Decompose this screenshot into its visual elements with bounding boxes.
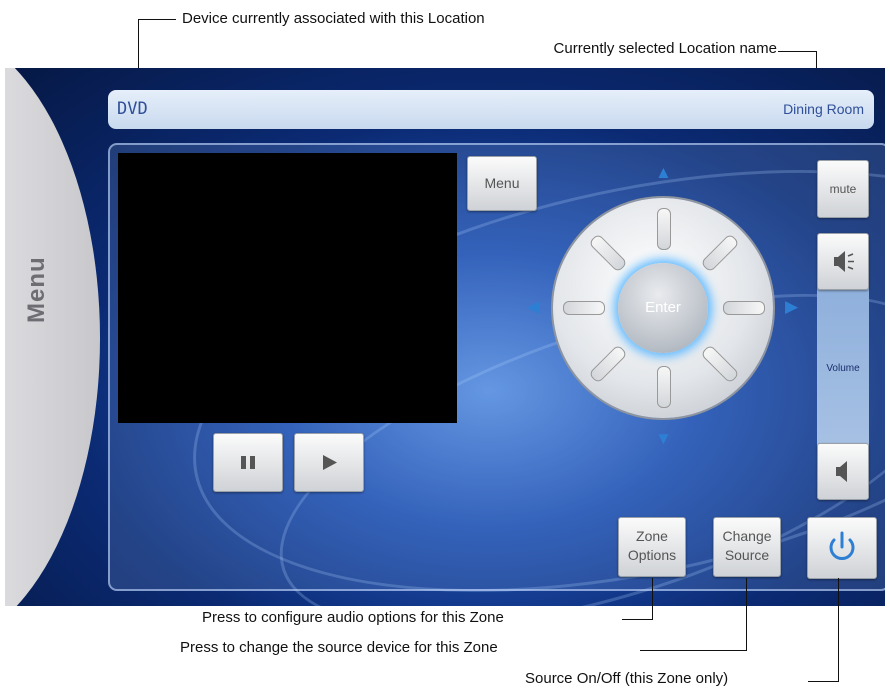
pause-button[interactable]	[213, 433, 283, 492]
device-name: DVD	[117, 99, 148, 119]
device-callout: Device currently associated with this Lo…	[182, 10, 485, 27]
zone-options-callout-line-h	[622, 619, 652, 620]
dpad-segment	[700, 344, 740, 384]
location-name: Dining Room	[783, 101, 864, 117]
change-source-label-line2: Source	[724, 547, 770, 563]
title-bar: DVD Dining Room	[108, 90, 874, 129]
video-preview	[118, 153, 457, 423]
dpad-segment	[657, 366, 671, 408]
volume-up-button[interactable]	[817, 233, 869, 290]
dpad-segment	[588, 344, 628, 384]
device-callout-line-h	[138, 19, 176, 20]
volume-up-icon	[834, 251, 854, 272]
change-source-callout-line-v	[746, 578, 747, 651]
zone-options-button[interactable]: Zone Options	[618, 517, 686, 577]
mute-button-label: mute	[829, 182, 857, 196]
nav-right-arrow[interactable]: ▶	[785, 298, 798, 315]
location-callout: Currently selected Location name	[553, 40, 777, 57]
side-menu-button[interactable]	[5, 68, 100, 606]
play-button[interactable]	[294, 433, 364, 492]
volume-down-icon	[836, 461, 847, 482]
play-icon	[323, 455, 337, 470]
power-callout-line-h	[808, 681, 838, 682]
change-source-callout: Press to change the source device for th…	[180, 639, 498, 656]
change-source-callout-line-h	[640, 650, 746, 651]
volume-down-button[interactable]	[817, 443, 869, 500]
mute-button[interactable]: mute	[817, 160, 869, 218]
power-icon	[829, 531, 855, 560]
zone-options-label-line2: Options	[627, 547, 677, 563]
side-menu-label: Menu	[23, 256, 50, 323]
power-button[interactable]	[807, 517, 877, 579]
nav-down-arrow[interactable]: ▼	[655, 430, 672, 447]
volume-label: Volume	[826, 363, 860, 374]
dpad-segment	[723, 301, 765, 315]
menu-button-label: Menu	[484, 175, 520, 191]
nav-up-arrow[interactable]: ▲	[655, 164, 672, 181]
zone-options-callout: Press to configure audio options for thi…	[202, 609, 504, 626]
zone-options-callout-line-v	[652, 578, 653, 620]
location-callout-line-h	[778, 51, 816, 52]
dpad-segment	[563, 301, 605, 315]
change-source-button[interactable]: Change Source	[713, 517, 781, 577]
zone-options-label-line1: Zone	[636, 528, 668, 544]
change-source-label-line1: Change	[722, 528, 772, 544]
menu-button[interactable]: Menu	[467, 156, 537, 211]
nav-left-arrow[interactable]: ◀	[527, 298, 540, 315]
dpad-segment	[657, 208, 671, 250]
power-callout-line-v	[838, 578, 839, 682]
dpad-segment	[588, 233, 628, 273]
control-panel: Menu DVD Dining Room Menu ▲ ▼ ◀ ▶ Enter …	[5, 68, 885, 606]
enter-button[interactable]: Enter	[618, 263, 708, 353]
dpad-segment	[700, 233, 740, 273]
pause-icon	[241, 456, 255, 469]
power-callout: Source On/Off (this Zone only)	[525, 670, 729, 687]
